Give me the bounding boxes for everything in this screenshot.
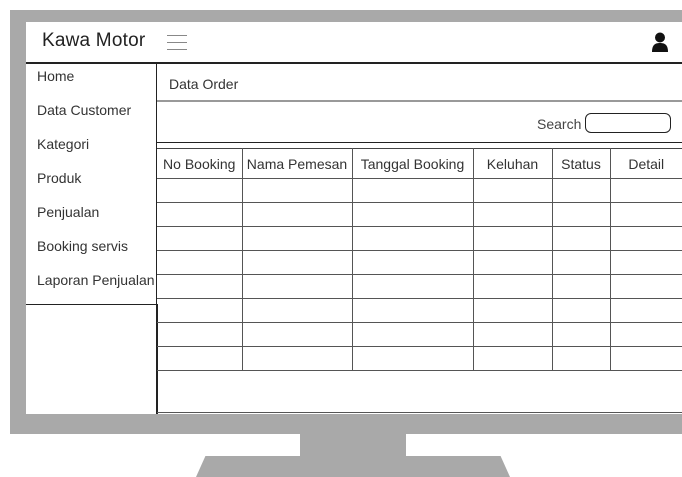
- table-cell: [241, 322, 353, 347]
- table-cell: [157, 346, 243, 371]
- table-cell: [472, 298, 553, 323]
- table-cell: [609, 298, 682, 323]
- table-row: [157, 274, 682, 299]
- table-cell: [351, 250, 474, 275]
- search-input[interactable]: [585, 113, 671, 133]
- screen: Kawa Motor Home Data Customer Kategori Prod…: [26, 22, 682, 414]
- user-icon[interactable]: [652, 32, 668, 52]
- monitor-stand-neck: [300, 434, 406, 456]
- sidebar-item-booking-servis[interactable]: Booking servis: [26, 234, 156, 268]
- table-cell: [351, 274, 474, 299]
- table-body: [157, 178, 682, 371]
- main-content: Data Order Search No Booking Nama Pemesan…: [157, 64, 682, 414]
- table-cell: [551, 178, 611, 203]
- table-cell: [551, 202, 611, 227]
- title-divider: [157, 100, 682, 102]
- table-cell: [551, 322, 611, 347]
- table-row: [157, 202, 682, 227]
- sidebar-item-data-customer[interactable]: Data Customer: [26, 98, 156, 132]
- table-cell: [351, 298, 474, 323]
- table-cell: [157, 178, 243, 203]
- table-cell: [241, 226, 353, 251]
- hamburger-icon[interactable]: [167, 35, 187, 51]
- table-cell: [472, 226, 553, 251]
- column-header-detail: Detail: [609, 148, 682, 179]
- table-row: [157, 178, 682, 203]
- sidebar-item-produk[interactable]: Produk: [26, 166, 156, 200]
- table-cell: [609, 346, 682, 371]
- table-cell: [351, 178, 474, 203]
- table-cell: [472, 202, 553, 227]
- search-label: Search: [537, 116, 582, 132]
- table-cell: [241, 250, 353, 275]
- table-cell: [609, 274, 682, 299]
- table-cell: [241, 298, 353, 323]
- column-header-keluhan: Keluhan: [472, 148, 553, 179]
- table-cell: [551, 298, 611, 323]
- table-cell: [351, 226, 474, 251]
- table-cell: [241, 202, 353, 227]
- orders-table: No Booking Nama Pemesan Tanggal Booking Kel…: [157, 148, 682, 371]
- table-row: [157, 346, 682, 371]
- table-cell: [551, 250, 611, 275]
- column-header-no-booking: No Booking: [157, 148, 243, 179]
- table-cell: [551, 274, 611, 299]
- table-cell: [157, 202, 243, 227]
- table-cell: [157, 226, 243, 251]
- table-cell: [551, 346, 611, 371]
- table-cell: [157, 274, 243, 299]
- table-cell: [241, 274, 353, 299]
- table-cell: [609, 250, 682, 275]
- sidebar-item-home[interactable]: Home: [26, 64, 156, 98]
- table-cell: [351, 346, 474, 371]
- table-cell: [472, 274, 553, 299]
- table-cell: [472, 178, 553, 203]
- sidebar: Home Data Customer Kategori Produk Penjualan…: [26, 64, 157, 305]
- app-header: Kawa Motor: [26, 22, 682, 64]
- monitor-stand-base: [196, 456, 510, 477]
- sidebar-item-laporan-penjualan[interactable]: Laporan Penjualan: [26, 268, 156, 302]
- table-row: [157, 322, 682, 347]
- table-cell: [157, 298, 243, 323]
- table-cell: [157, 250, 243, 275]
- sidebar-item-penjualan[interactable]: Penjualan: [26, 200, 156, 234]
- table-bottom-divider: [157, 412, 682, 413]
- table-cell: [472, 322, 553, 347]
- column-header-tanggal-booking: Tanggal Booking: [351, 148, 474, 179]
- sidebar-menu: Home Data Customer Kategori Produk Penjualan…: [26, 64, 156, 302]
- table-cell: [472, 346, 553, 371]
- table-cell: [351, 322, 474, 347]
- table-cell: [351, 202, 474, 227]
- sidebar-item-kategori[interactable]: Kategori: [26, 132, 156, 166]
- toolbar-divider: [157, 142, 682, 143]
- table-cell: [609, 202, 682, 227]
- table-cell: [241, 346, 353, 371]
- table-cell: [157, 322, 243, 347]
- table-cell: [472, 250, 553, 275]
- table-cell: [609, 178, 682, 203]
- page-title: Data Order: [169, 76, 239, 92]
- table-cell: [609, 322, 682, 347]
- column-header-nama-pemesan: Nama Pemesan: [241, 148, 353, 179]
- table-row: [157, 298, 682, 323]
- table-row: [157, 250, 682, 275]
- table-row: [157, 226, 682, 251]
- table-header-row: No Booking Nama Pemesan Tanggal Booking Kel…: [157, 148, 682, 179]
- column-header-status: Status: [551, 148, 611, 179]
- table-cell: [609, 226, 682, 251]
- table-cell: [241, 178, 353, 203]
- table-cell: [551, 226, 611, 251]
- monitor-chin: [10, 414, 682, 434]
- app-brand: Kawa Motor: [42, 30, 146, 51]
